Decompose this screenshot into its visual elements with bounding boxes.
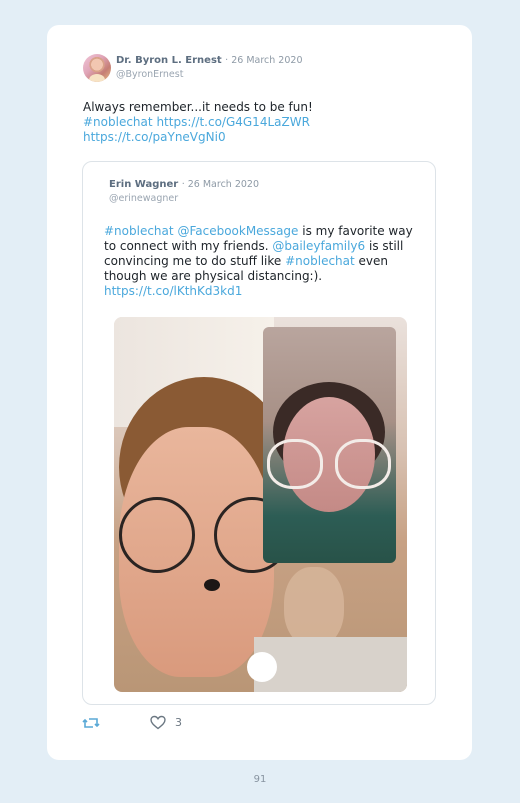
quoted-text-line: to connect with my friends. @baileyfamil…: [104, 239, 419, 254]
tweet-date-text: 26 March 2020: [231, 55, 303, 66]
quoted-author-name-text[interactable]: Erin Wagner: [109, 179, 178, 190]
author-handle[interactable]: @ByronErnest: [116, 69, 183, 80]
hashtag-link[interactable]: #noblechat: [83, 115, 153, 129]
tweet-text-line: https://t.co/paYneVgNi0: [83, 130, 413, 145]
shutter-button[interactable]: [247, 652, 277, 682]
pip-glasses-left: [267, 439, 323, 489]
quoted-text-fragment: to connect with my friends.: [104, 239, 273, 253]
pip-glasses-right: [335, 439, 391, 489]
tweet-card: Dr. Byron L. Ernest · 26 March 2020 @Byr…: [47, 25, 472, 760]
author-name-text[interactable]: Dr. Byron L. Ernest: [116, 55, 222, 66]
tweet-text: Always remember...it needs to be fun! #n…: [83, 100, 413, 145]
cat-nose-filter: [204, 579, 220, 591]
quoted-author-handle[interactable]: @erinewagner: [109, 193, 178, 204]
tweet-date: · 26 March 2020: [225, 55, 303, 66]
quoted-text-line: https://t.co/lKthKd3kd1: [104, 284, 419, 299]
baby-figure: [284, 567, 344, 647]
video-thumbnail[interactable]: [114, 317, 407, 692]
quoted-text-fragment: is my favorite way: [298, 224, 413, 238]
avatar[interactable]: [83, 54, 111, 82]
retweet-icon[interactable]: [82, 715, 100, 735]
table: [254, 637, 407, 692]
mention-link[interactable]: @baileyfamily6: [272, 239, 365, 253]
hashtag-link[interactable]: #noblechat: [104, 224, 174, 238]
quoted-text-fragment: convincing me to do stuff like: [104, 254, 286, 268]
url-link[interactable]: https://t.co/paYneVgNi0: [83, 130, 226, 144]
quoted-date: · 26 March 2020: [181, 179, 260, 190]
url-link[interactable]: https://t.co/lKthKd3kd1: [104, 284, 242, 298]
heart-icon[interactable]: [150, 715, 166, 734]
quoted-text: #noblechat @FacebookMessage is my favori…: [104, 224, 419, 299]
quoted-text-fragment: even: [354, 254, 389, 268]
quoted-text-line: convincing me to do stuff like #noblecha…: [104, 254, 419, 269]
mention-link[interactable]: @FacebookMessage: [177, 224, 298, 238]
hashtag-link[interactable]: #noblechat: [285, 254, 355, 268]
quoted-tweet[interactable]: Erin Wagner · 26 March 2020 @erinewagner…: [82, 161, 436, 705]
tweet-text-line: Always remember...it needs to be fun!: [83, 100, 313, 114]
quoted-text-fragment: is still: [365, 239, 404, 253]
tweet-text-line: #noblechat https://t.co/G4G14LaZWR: [83, 115, 413, 130]
url-link[interactable]: https://t.co/G4G14LaZWR: [156, 115, 309, 129]
author-name[interactable]: Dr. Byron L. Ernest · 26 March 2020: [116, 55, 302, 66]
glasses-filter-left: [119, 497, 195, 573]
quoted-author-name[interactable]: Erin Wagner · 26 March 2020: [109, 179, 259, 190]
quoted-text-line: #noblechat @FacebookMessage is my favori…: [104, 224, 419, 239]
page-number: 91: [253, 774, 267, 785]
quoted-date-text: 26 March 2020: [187, 179, 260, 190]
like-count: 3: [175, 716, 182, 729]
quoted-text-line: though we are physical distancing:).: [104, 269, 323, 283]
picture-in-picture-video: [263, 327, 396, 563]
